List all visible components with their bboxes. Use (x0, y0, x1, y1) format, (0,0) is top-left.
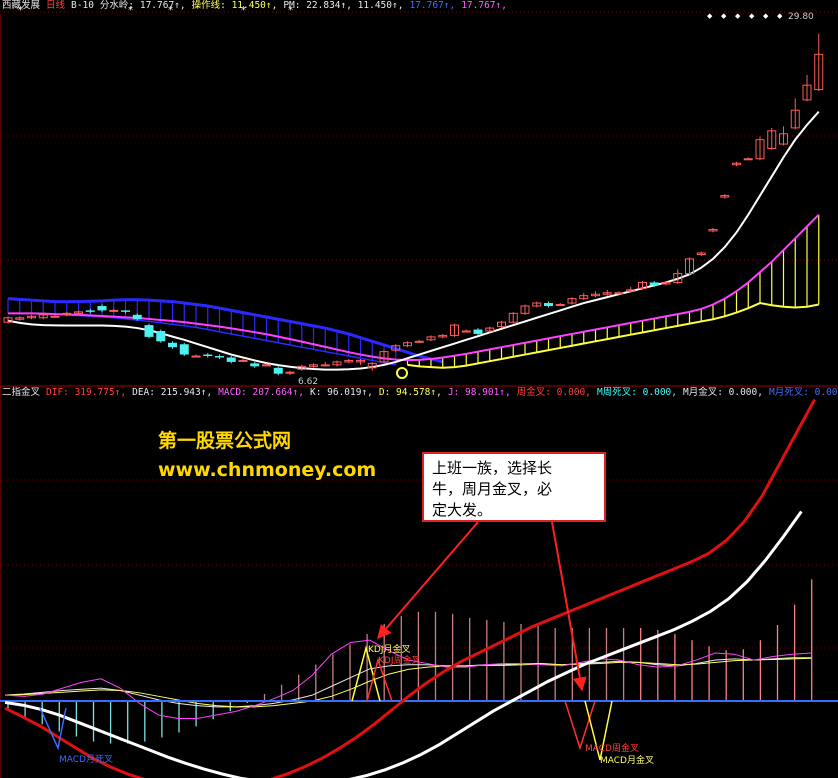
label-kdj-month: KDJ月金叉 (368, 643, 411, 655)
candle-up (414, 340, 424, 343)
main-header-item: 西藏发展 (2, 0, 41, 11)
price-high-label: 29.80 (788, 12, 814, 22)
candle-up (50, 315, 60, 318)
label-macd-month: MACD月金叉 (600, 754, 654, 766)
candle-down (132, 314, 142, 320)
main-header-item: B-10 (71, 0, 94, 11)
chart-window: 29.80 6.62 * * * * * ◆ ◆ ◆ ◆ ◆ ◆ MACD月死叉 KDJ月金叉 KDJ周金叉 M… (0, 0, 838, 778)
candle-down (121, 310, 130, 312)
diamond-marker: ◆ (777, 12, 783, 20)
candle-up (109, 309, 119, 312)
candle-down (156, 331, 166, 342)
candle-up (191, 355, 201, 358)
candle-down (215, 356, 224, 358)
callout-box: 上班一族，选择长 牛，周月金叉，必 定大发。 (422, 452, 606, 522)
candle-down (250, 363, 260, 367)
label-macd-month-dead: MACD月死叉 (59, 754, 113, 765)
main-chart-header: 西藏发展 日线 B-10 分水岭: 17.767↑, 操作线: 11.450↑, PM: … (2, 0, 513, 12)
watermark-title: 第一股票公式网 (158, 430, 292, 452)
candle-down (544, 303, 553, 306)
label-macd-week: MACD周金叉 (585, 742, 639, 754)
candle-down (649, 282, 659, 286)
indicator-header-item: M周死叉: 0.000, (597, 387, 677, 398)
magenta-ma-line (8, 214, 820, 362)
candle-down (97, 305, 107, 311)
diamond-marker: ◆ (749, 12, 755, 20)
candle-up (461, 330, 471, 333)
candle-down (179, 344, 189, 355)
indicator-header-item: J: 98.901↑, (447, 387, 511, 398)
arrow-to-kdj (377, 521, 479, 640)
candle-up (285, 371, 295, 374)
indicator-header: 二指金叉 DIF: 319.775↑, DEA: 215.943↑, MACD: 20… (2, 387, 838, 399)
indicator-header-item: D: 94.578↑, (378, 387, 442, 398)
price-low-label: 6.62 (298, 377, 318, 387)
indicator-header-item: MACD: 207.664↑, (218, 387, 304, 398)
diamond-marker: ◆ (763, 12, 769, 20)
callout-line-2: 牛，周月金叉，必 (432, 480, 553, 498)
candle-down (473, 329, 483, 334)
indicator-header-item: 周金叉: 0.000, (516, 387, 591, 398)
indicator-header-item: K: 96.019↑, (309, 387, 373, 398)
main-header-item: 分水岭: 17.767↑, (99, 0, 186, 11)
main-header-item: 操作线: 11.450↑, (191, 0, 278, 11)
indicator-header-item: M月死叉: 0.000, (768, 387, 838, 398)
candle-down (168, 342, 177, 348)
indicator-header-item: M月金叉: 0.000, (682, 387, 763, 398)
candle-up (262, 364, 271, 367)
white-ma-line (7, 111, 820, 371)
callout-line-3: 定大发。 (432, 501, 493, 519)
callout-line-1: 上班一族，选择长 (432, 459, 553, 477)
candle-up (614, 292, 624, 295)
indicator-header-item: DIF: 319.775↑, (46, 387, 127, 398)
buy-marker (396, 367, 408, 379)
dif-line (4, 398, 816, 778)
indicator-header-item: DEA: 215.943↑, (132, 387, 213, 398)
candle-down (144, 325, 154, 337)
yellow-line (407, 302, 819, 369)
blue-cloud (7, 297, 444, 366)
main-header-item: 日线 (46, 0, 66, 11)
candle-down (203, 354, 213, 357)
candle-up (238, 359, 248, 362)
diamond-marker: ◆ (721, 12, 727, 20)
indicator-header-item: 二指金叉 (2, 387, 41, 398)
candle-up (320, 364, 330, 367)
candle-down (273, 367, 283, 374)
main-header-item: PM: 22.834↑, 11.450↑, (283, 0, 404, 11)
candle-down (226, 357, 236, 362)
candles (3, 33, 824, 376)
main-header-item: 17.767↑, (409, 0, 456, 11)
candle-up (555, 304, 565, 307)
diamond-marker: ◆ (707, 12, 713, 20)
label-kdj-week: KDJ周金叉 (378, 654, 421, 666)
watermark-url: www.chnmoney.com (158, 459, 377, 481)
candle-up (743, 158, 753, 161)
yellow-band (406, 214, 820, 369)
diamond-marker: ◆ (735, 12, 741, 20)
main-header-item: 17.767↑, (461, 0, 507, 11)
candle-down (85, 310, 95, 312)
